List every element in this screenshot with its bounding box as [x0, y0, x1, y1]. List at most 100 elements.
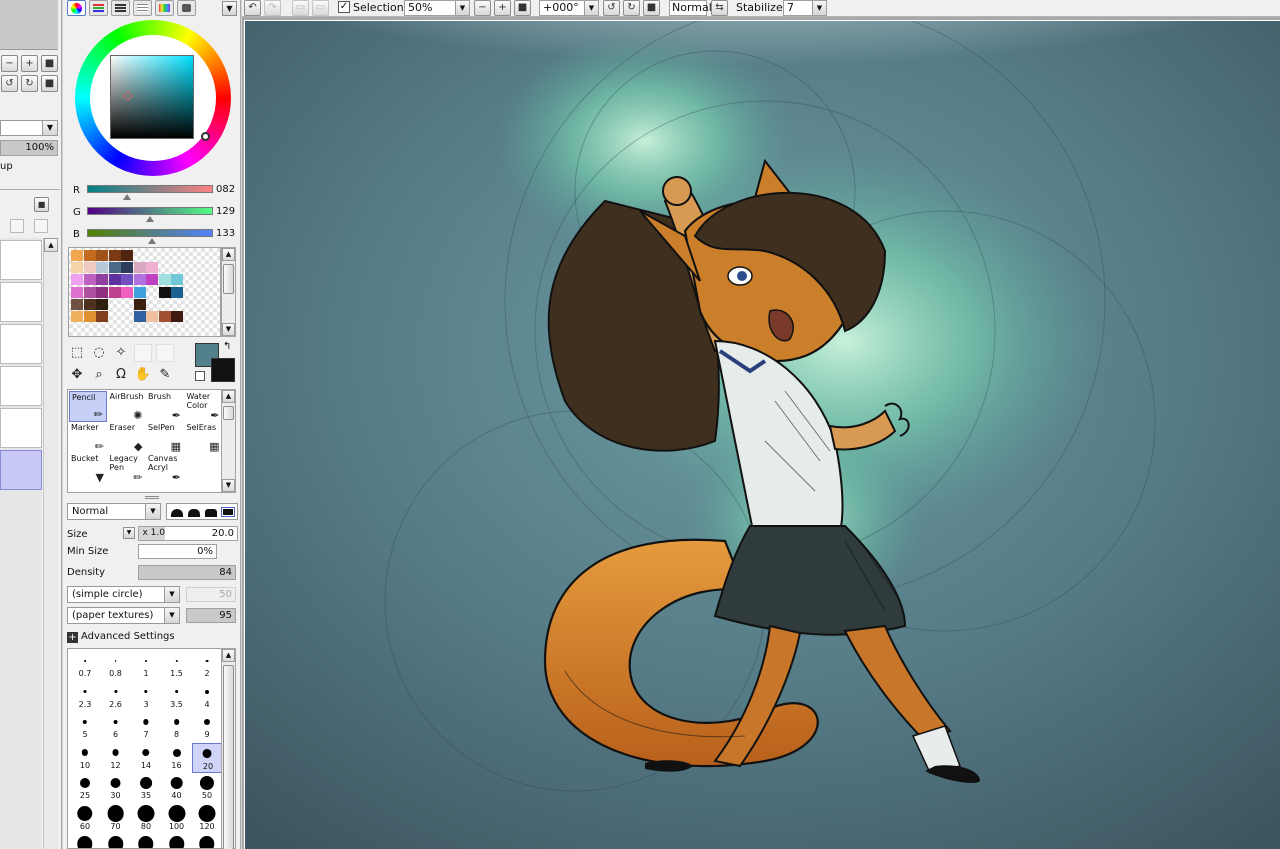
color-swatch[interactable] [108, 262, 121, 274]
selection-checkbox[interactable]: ✓ [338, 1, 350, 13]
brush-brush[interactable]: Brush ✒ [146, 391, 184, 422]
brush-size-cell[interactable]: 1.5 [162, 651, 192, 681]
reset-colors-icon[interactable] [195, 371, 205, 381]
shape-strength-field[interactable]: 50 [186, 587, 236, 602]
brush-size-cell[interactable]: 0.7 [70, 651, 100, 681]
move-icon[interactable]: ✥ [68, 366, 86, 384]
blank-tool-2[interactable] [156, 344, 174, 362]
layer-row[interactable] [0, 366, 42, 406]
brush-size-cell[interactable]: 20 [192, 742, 222, 773]
rotate-icon[interactable]: Ω [112, 366, 130, 384]
deselect-button[interactable]: ▭ [292, 0, 309, 16]
size-scrollbar[interactable]: ▲ [221, 648, 236, 849]
brush-marker[interactable]: Marker ✏ [69, 422, 107, 453]
brush-size-cell[interactable]: 2 [192, 651, 222, 681]
saturation-value-square[interactable] [110, 55, 194, 139]
red-slider[interactable] [87, 185, 213, 193]
brush-size-cell[interactable]: 100 [162, 804, 192, 834]
rotate-right-button[interactable]: ↻ [21, 75, 38, 92]
sv-picker-marker[interactable] [124, 92, 132, 100]
brush-size-cell[interactable]: 80 [131, 804, 161, 834]
brush-size-cell[interactable]: 16 [162, 743, 192, 773]
rotate-right-button[interactable]: ↻ [623, 0, 640, 16]
layer-row[interactable] [0, 324, 42, 364]
scroll-down-icon[interactable]: ▼ [222, 479, 235, 492]
swap-colors-icon[interactable]: ↰ [223, 341, 231, 352]
scroll-thumb[interactable] [223, 406, 234, 420]
brush-size-cell[interactable]: 12 [101, 743, 131, 773]
color-swatch[interactable] [108, 286, 121, 298]
layer-opacity-field[interactable]: 100% [0, 140, 58, 156]
panel-menu-button[interactable]: ▼ [222, 1, 237, 16]
color-swatch[interactable] [171, 311, 183, 322]
texture-strength-field[interactable]: 95 [186, 608, 236, 623]
drawing-canvas[interactable] [244, 20, 1280, 849]
redo-button[interactable]: ↷ [264, 0, 281, 16]
color-swatch[interactable] [83, 298, 96, 310]
advanced-settings-toggle[interactable]: + Advanced Settings [67, 631, 175, 643]
brush-size-cell[interactable]: 25 [70, 773, 100, 803]
scroll-down-icon[interactable]: ▼ [222, 323, 235, 336]
color-swatch[interactable] [158, 311, 171, 322]
rotation-dropdown[interactable]: +000° ▼ [539, 0, 599, 16]
brush-texture-dropdown[interactable]: (paper textures) ▼ [67, 607, 180, 624]
color-swatch[interactable] [83, 262, 96, 274]
blue-value[interactable]: 133 [216, 228, 235, 239]
brush-size-cell[interactable]: 1 [131, 651, 161, 681]
brush-size-cell[interactable]: 60 [70, 804, 100, 834]
zoom-out-button[interactable]: − [1, 55, 18, 72]
color-swatch[interactable] [96, 311, 108, 322]
lasso-icon[interactable]: ◌ [90, 344, 108, 362]
brush-size-cell[interactable]: 9 [192, 712, 222, 742]
color-swatch[interactable] [121, 274, 133, 286]
brush-size-cell[interactable] [131, 834, 161, 848]
layer-row[interactable] [0, 282, 42, 322]
color-swatch[interactable] [121, 250, 133, 261]
color-swatch[interactable] [108, 250, 121, 261]
canvas-area[interactable] [242, 17, 1280, 849]
hue-picker-marker[interactable] [201, 132, 210, 141]
layer-option-button[interactable]: ■ [34, 197, 49, 212]
new-layer-icon[interactable] [10, 219, 24, 233]
density-field[interactable]: 84 [138, 565, 236, 580]
brush-size-cell[interactable] [192, 834, 222, 848]
mixer-tab[interactable] [133, 0, 152, 16]
undo-button[interactable]: ↶ [244, 0, 261, 16]
rotate-left-button[interactable]: ↺ [603, 0, 620, 16]
color-swatch[interactable] [71, 250, 83, 261]
color-swatch[interactable] [158, 274, 171, 286]
rotate-reset-button[interactable]: ■ [41, 75, 58, 92]
layer-row-selected[interactable] [0, 450, 42, 490]
min-size-field[interactable]: 0% [138, 544, 217, 559]
brush-size-cell[interactable]: 14 [131, 743, 161, 773]
invert-selection-button[interactable]: ▭ [312, 0, 329, 16]
brush-size-cell[interactable]: 3 [131, 682, 161, 712]
brush-bucket[interactable]: Bucket ▼ [69, 453, 107, 484]
flip-view-button[interactable]: ⇆ [711, 0, 728, 16]
brush-size-cell[interactable]: 2.3 [70, 682, 100, 712]
hsv-slider-tab[interactable] [111, 0, 130, 16]
color-swatch[interactable] [146, 274, 158, 286]
blue-slider-thumb[interactable] [148, 238, 156, 244]
scroll-up-icon[interactable]: ▲ [44, 238, 58, 252]
blue-slider[interactable] [87, 229, 213, 237]
blank-tool-1[interactable] [134, 344, 152, 362]
color-swatch[interactable] [83, 286, 96, 298]
swatch-tab[interactable] [155, 0, 174, 16]
brush-size-cell[interactable]: 30 [101, 773, 131, 803]
color-swatch[interactable] [121, 262, 133, 274]
color-swatch[interactable] [171, 286, 183, 298]
magic-wand-icon[interactable]: ✧ [112, 344, 130, 362]
rotate-reset-button[interactable]: ■ [643, 0, 660, 16]
color-swatch[interactable] [171, 274, 183, 286]
color-swatch[interactable] [121, 286, 133, 298]
layer-scrollbar[interactable]: ▲ [43, 238, 58, 849]
color-swatch[interactable] [83, 250, 96, 261]
brush-size-cell[interactable]: 50 [192, 773, 222, 803]
view-blend-mode[interactable]: Normal [669, 0, 712, 16]
layer-row[interactable] [0, 408, 42, 448]
rotate-left-button[interactable]: ↺ [1, 75, 18, 92]
brush-canvas-acryl[interactable]: Canvas Acryl ✒ [146, 453, 184, 484]
brush-empty-slot[interactable] [185, 453, 223, 484]
color-swatch[interactable] [71, 298, 83, 310]
